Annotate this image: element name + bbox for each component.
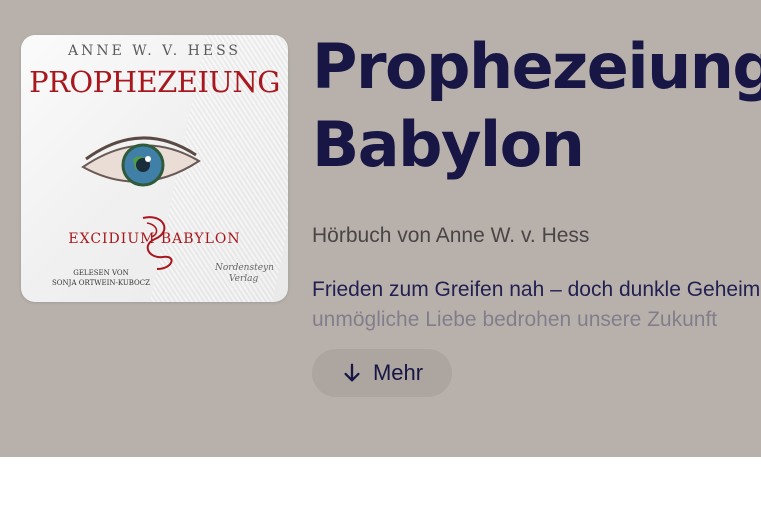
description-line-1: Frieden zum Greifen nah – doch dunkle Ge… bbox=[312, 278, 761, 301]
cover-title: PROPHEZEIUNG bbox=[29, 65, 280, 99]
publisher-name: Nordensteyn bbox=[215, 263, 274, 273]
eye-illustration bbox=[81, 136, 201, 187]
author-line: Hörbuch von Anne W. v. Hess bbox=[312, 224, 590, 247]
cover-subtitle: EXCIDIUM BABYLON bbox=[68, 231, 241, 247]
book-title-line1: Prophezeiung - bbox=[312, 30, 761, 103]
publisher-logo: Nordensteyn Verlag bbox=[215, 263, 281, 285]
arrow-down-icon bbox=[344, 363, 360, 382]
cover-art[interactable]: ANNE W. V. HESS PROPHEZEIUNG EXCIDIUM BA… bbox=[21, 35, 288, 302]
more-button[interactable]: Mehr bbox=[312, 349, 452, 397]
cover-author: ANNE W. V. HESS bbox=[67, 43, 242, 59]
cover-reader-name: SONJA ORTWEIN-KUBOCZ bbox=[52, 279, 150, 287]
book-title: Prophezeiung - Babylon bbox=[312, 28, 761, 184]
publisher-suffix: Verlag bbox=[229, 274, 259, 284]
audiobook-hero: ANNE W. V. HESS PROPHEZEIUNG EXCIDIUM BA… bbox=[0, 0, 761, 457]
more-button-label: Mehr bbox=[372, 360, 424, 385]
cover-reader-label: GELESEN VON bbox=[73, 269, 129, 277]
book-title-line2: Babylon bbox=[312, 108, 585, 181]
description-line-2: unmögliche Liebe bedrohen unsere Zukunft bbox=[312, 308, 718, 331]
